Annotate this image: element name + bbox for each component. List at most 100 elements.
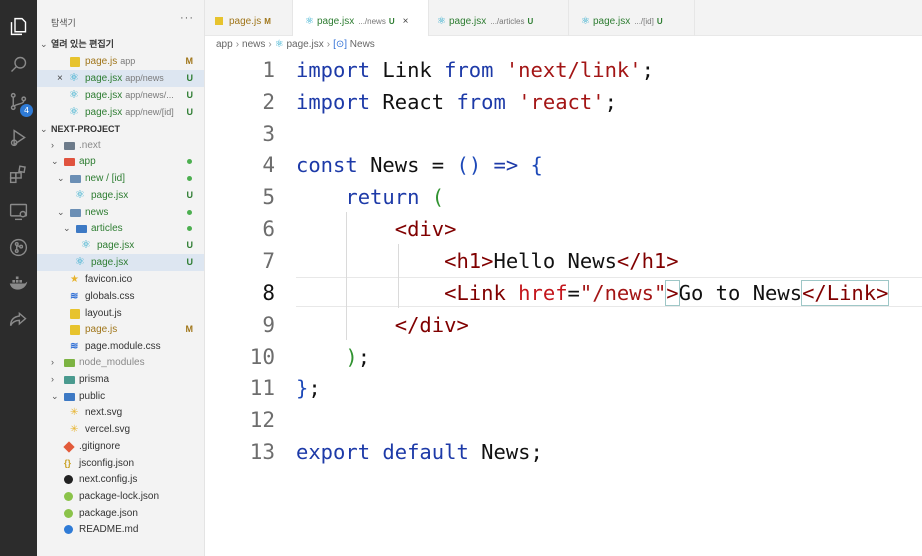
git-status-modified: M [185,324,194,334]
code-line: return ( [296,181,444,213]
js-file-icon [70,309,80,319]
open-editor-item-active[interactable]: × ⚛ page.jsx app/news U [37,70,204,87]
code-line: <div> [296,213,457,245]
tree-file[interactable]: {} jsconfig.json [37,455,204,472]
run-debug-icon[interactable] [8,127,29,148]
editor-tabs: page.js M ⚛ page.jsx .../news U × ⚛ page.jsx..… [205,0,922,36]
extensions-icon[interactable] [8,164,29,185]
react-file-icon: ⚛ [581,16,590,27]
keyword-token: import [296,90,371,114]
breadcrumb-item[interactable]: page.jsx [286,39,323,50]
project-header[interactable]: ⌄ NEXT-PROJECT [37,121,204,138]
tab-label: page.jsx [593,16,631,27]
folder-icon [76,225,87,233]
react-file-icon: ⚛ [75,189,85,201]
open-editor-item[interactable]: ⚛ page.jsx app/news/... U [37,87,204,104]
breadcrumb-item[interactable]: app [216,39,233,50]
tree-file[interactable]: ⚛ page.jsx U [37,237,204,254]
tab-page-js[interactable]: page.js M [205,0,293,36]
tree-item-label: .gitignore [79,441,121,452]
line-number: 10 [249,345,275,369]
docker-icon[interactable] [8,273,29,294]
chevron-down-icon: ⌄ [57,173,65,183]
keyword-token: const [296,153,358,177]
tree-file[interactable]: ⚛ page.jsx U [37,187,204,204]
breadcrumb-item[interactable]: News [350,39,375,50]
chevron-right-icon: › [51,357,54,367]
tree-folder[interactable]: ⌄ public [37,388,204,405]
punctuation-token: ; [530,440,543,464]
tree-folder[interactable]: ⌄ new / [id] [37,170,204,187]
tree-file[interactable]: package-lock.json [37,488,204,505]
tree-folder[interactable]: ⌄ news [37,204,204,221]
tree-file[interactable]: layout.js [37,305,204,322]
tree-file[interactable]: .gitignore [37,438,204,455]
modified-dot [187,210,192,215]
close-icon[interactable]: × [57,70,63,87]
tree-file[interactable]: README.md [37,521,204,538]
tree-file[interactable]: ✳ vercel.svg [37,421,204,438]
line-number: 1 [262,58,275,82]
operator-token: = [431,153,445,177]
search-icon[interactable] [8,54,29,75]
modified-dot [187,159,192,164]
folder-icon [64,359,75,367]
folder-icon [70,209,81,217]
chevron-down-icon: ⌄ [40,124,48,134]
tree-file[interactable]: next.config.js [37,471,204,488]
open-editor-name: page.jsx [85,107,123,118]
tree-file-selected[interactable]: ⚛ page.jsx U [37,254,204,271]
code-line: const News = () => { [296,149,543,181]
tree-item-label: page.jsx [91,257,129,268]
tree-item-label: articles [91,223,123,234]
tree-file[interactable]: ★ favicon.ico [37,271,204,288]
npm-package-icon [64,509,73,518]
keyword-token: from [444,58,494,82]
code-line: <h1>Hello News</h1> [296,245,679,277]
open-editor-item[interactable]: ⚛ page.jsx app/new/[id] U [37,104,204,121]
react-file-icon: ⚛ [69,72,79,84]
tree-file[interactable]: ≋ globals.css [37,288,204,305]
jsx-tag-token: </Link> [801,280,890,306]
identifier-token: React [382,90,445,114]
chevron-down-icon: ⌄ [63,223,71,233]
remote-explorer-icon[interactable] [8,201,29,222]
open-editor-name: page.js [85,56,118,67]
tree-folder[interactable]: ⌄ app [37,153,204,170]
bracket-token: { [530,153,543,177]
project-label: NEXT-PROJECT [51,124,121,134]
code-editor[interactable]: 1 2 3 4 5 6 7 8 9 10 11 12 13 import Lin… [205,52,922,556]
tree-folder[interactable]: ⌄ articles [37,220,204,237]
tree-folder[interactable]: › prisma [37,371,204,388]
git-status-untracked: U [186,190,194,200]
tree-folder[interactable]: › node_modules [37,354,204,371]
tab-news-page-jsx[interactable]: ⚛ page.jsx .../news U × [293,0,429,36]
git-status-untracked: U [186,90,194,100]
tree-file[interactable]: page.js M [37,321,204,338]
open-editor-item[interactable]: page.js app M [37,53,204,70]
sidebar-title: 탐색기 [51,18,76,28]
tree-file[interactable]: ≋ page.module.css [37,338,204,355]
tree-folder[interactable]: › .next [37,137,204,154]
jsx-tag-token: <Link [444,281,506,305]
live-share-icon[interactable] [8,309,29,330]
breadcrumb-item[interactable]: news [242,39,265,50]
folder-icon [70,175,81,183]
git-graph-icon[interactable] [8,237,29,258]
jsx-text-token: Go to News [678,281,803,305]
tree-item-label: page.js [85,324,118,335]
tab-id-page-jsx[interactable]: ⚛ page.jsx .../[id] U [569,0,695,36]
explorer-icon[interactable] [8,16,29,37]
line-number: 9 [262,313,275,337]
identifier-token: News [370,153,420,177]
chevron-down-icon: ⌄ [40,39,48,49]
tab-articles-page-jsx[interactable]: ⚛ page.jsx .../articles U [429,0,569,36]
punctuation-token: ; [604,90,617,114]
tree-file[interactable]: ✳ next.svg [37,404,204,421]
tab-label: page.jsx [449,16,487,27]
close-icon[interactable]: × [403,16,409,27]
tree-file[interactable]: package.json [37,505,204,522]
open-editors-header[interactable]: ⌄ 열려 있는 편집기 [37,36,204,53]
more-actions-icon[interactable]: ··· [180,12,194,24]
source-control-icon[interactable]: 4 [8,91,33,117]
